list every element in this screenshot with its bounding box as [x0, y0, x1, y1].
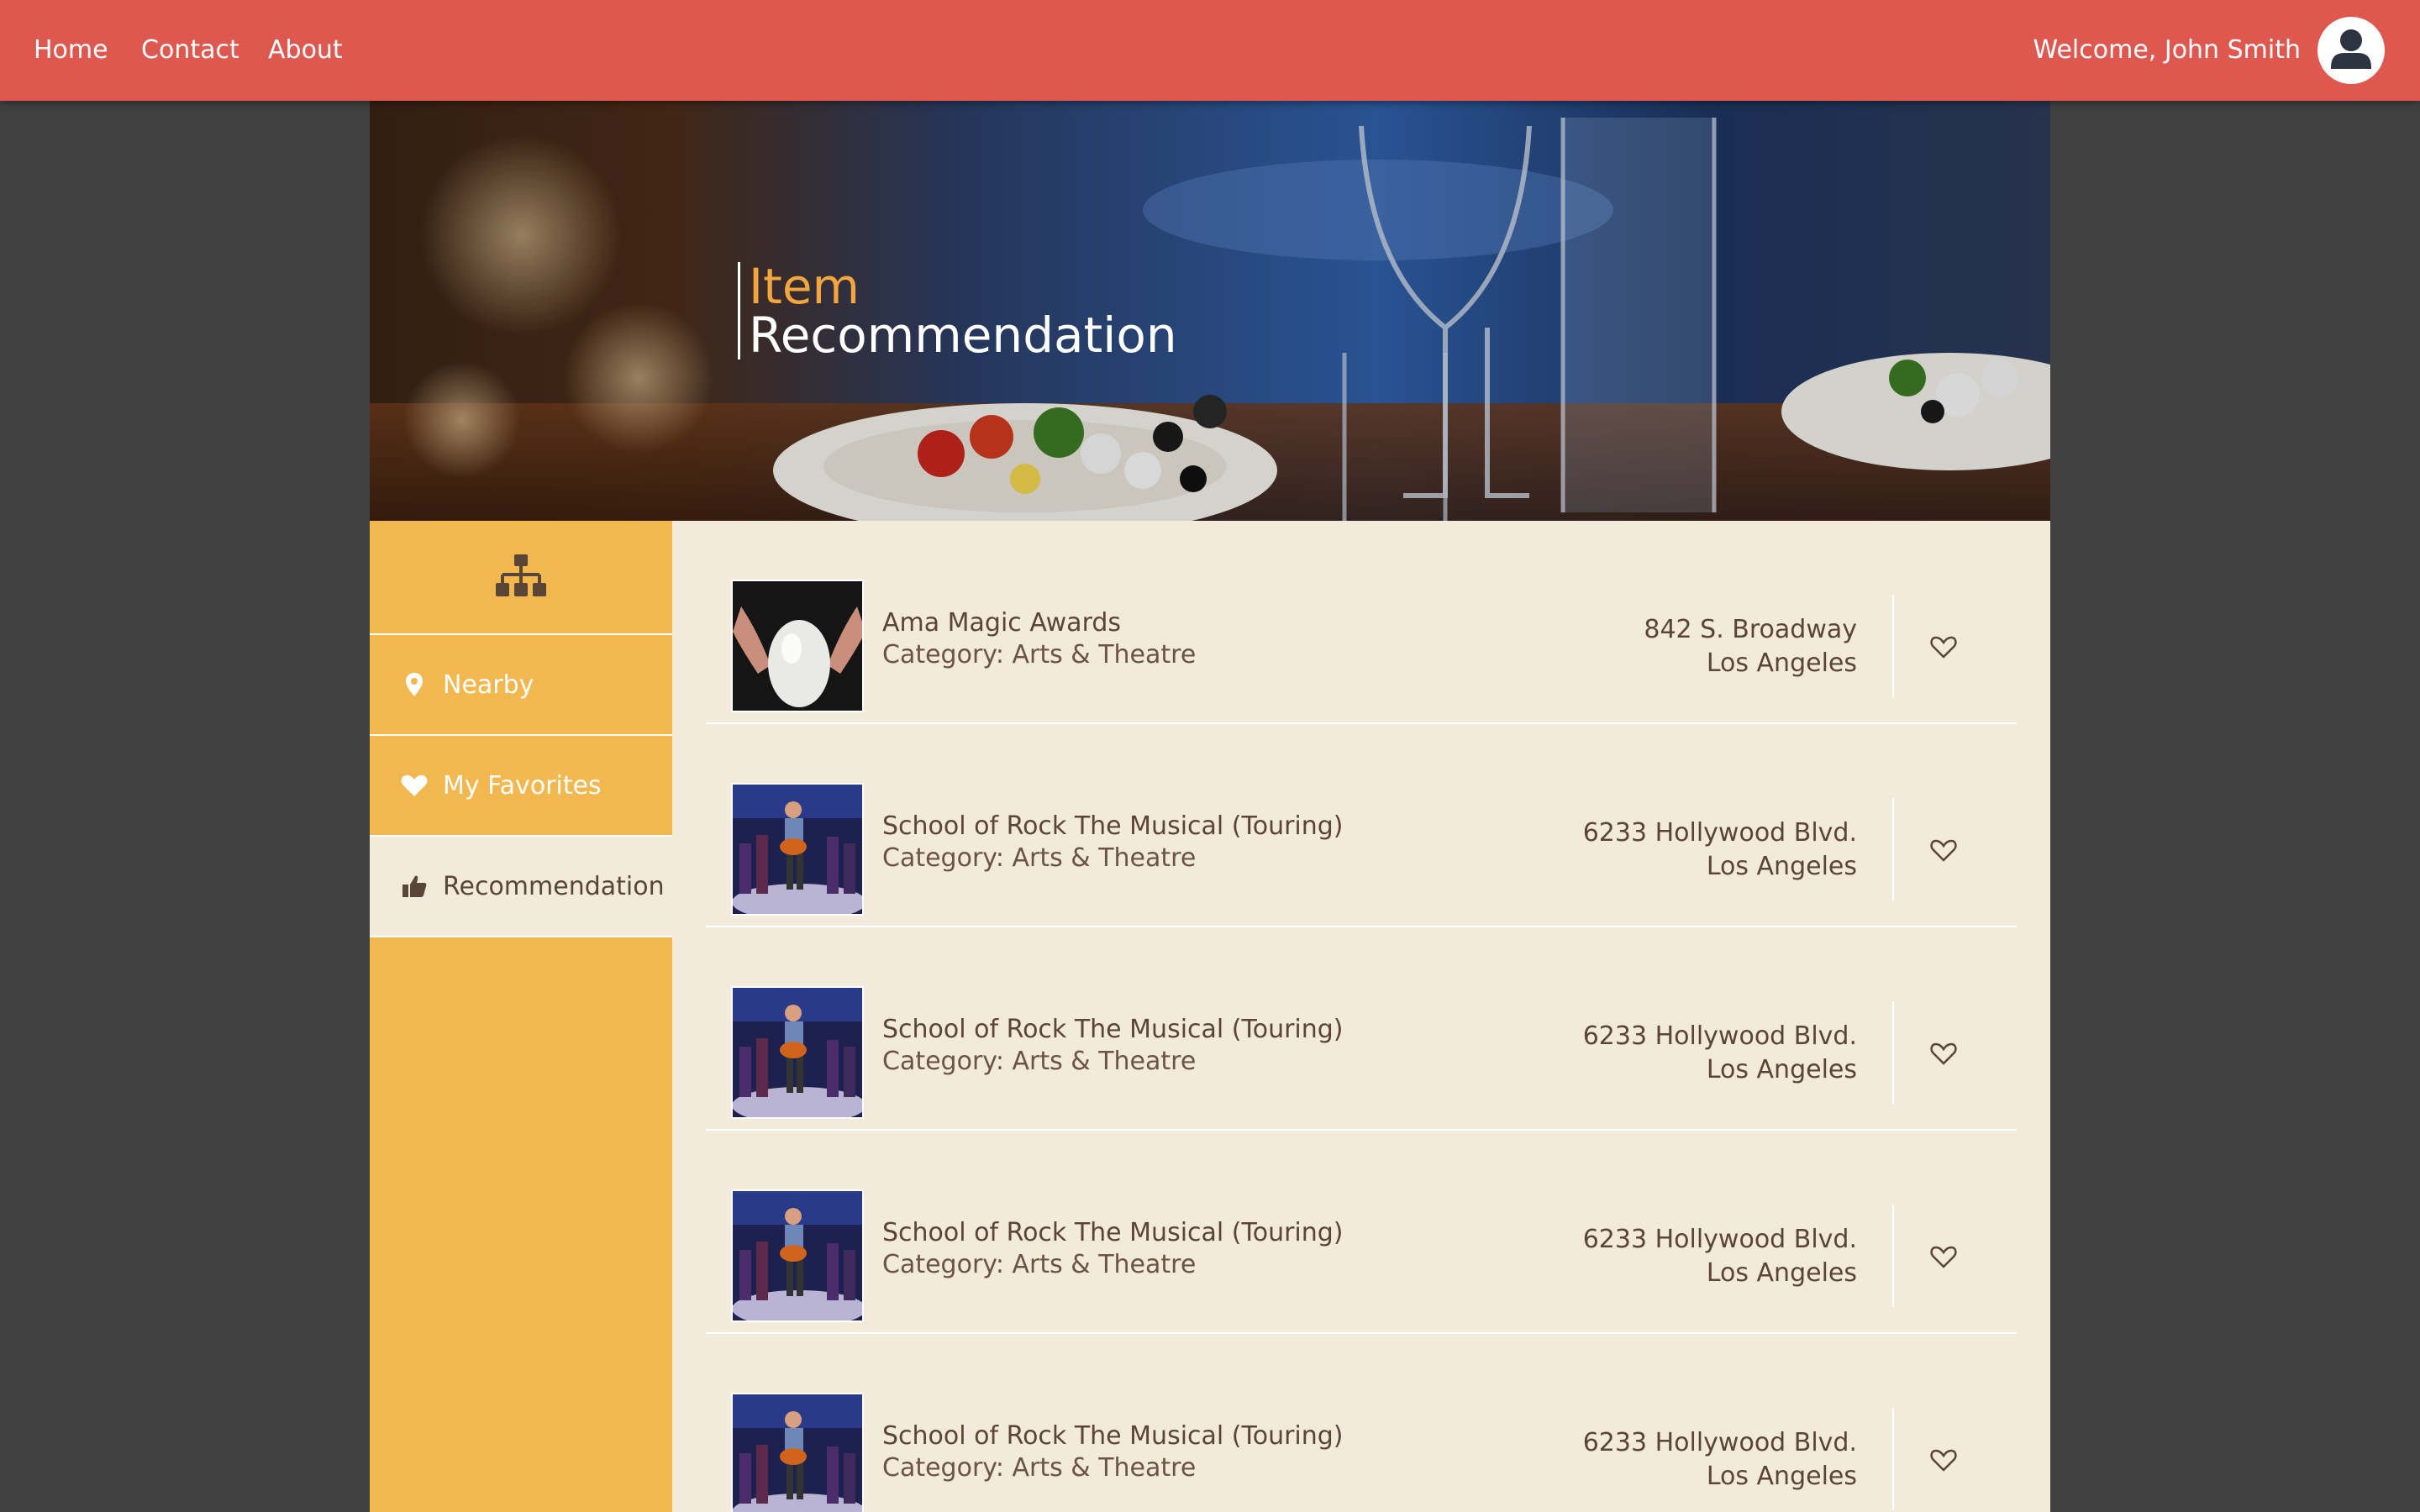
musical-stage-image [733, 1394, 862, 1512]
address-line2: Los Angeles [1706, 1462, 1857, 1491]
hero-title: Item Recommendation [738, 262, 1177, 360]
heart-outline-icon[interactable] [1928, 1242, 1959, 1272]
item-thumbnail [731, 580, 864, 712]
main-container: Item Recommendation Nearby My Favorites … [370, 101, 2050, 1512]
sidebar-item-nearby[interactable]: Nearby [370, 635, 672, 736]
hero-title-line1: Item [749, 258, 860, 315]
address-line2: Los Angeles [1706, 648, 1857, 678]
sidebar-item-label: Recommendation [443, 872, 665, 901]
hero-background-image [370, 101, 2050, 521]
divider [1892, 595, 1894, 697]
item-category: Category: Arts & Theatre [882, 1250, 1197, 1279]
item-category: Category: Arts & Theatre [882, 1453, 1197, 1483]
heart-outline-icon[interactable] [1928, 1038, 1959, 1068]
divider [1892, 1001, 1894, 1104]
sidebar: Nearby My Favorites Recommendation [370, 521, 672, 1512]
address-line1: 6233 Hollywood Blvd. [1582, 1021, 1857, 1051]
sidebar-item-recommendation[interactable]: Recommendation [370, 837, 672, 937]
musical-stage-image [733, 1191, 862, 1320]
magic-egg-image [733, 581, 862, 711]
item-thumbnail [731, 1393, 864, 1512]
item-thumbnail [731, 986, 864, 1119]
item-name[interactable]: School of Rock The Musical (Touring) [882, 1421, 1344, 1451]
item-name[interactable]: Ama Magic Awards [882, 608, 1121, 638]
heart-icon [401, 774, 428, 796]
list-item[interactable]: School of Rock The Musical (Touring) Cat… [706, 1131, 2017, 1334]
sidebar-item-label: Nearby [443, 670, 534, 700]
item-address: 6233 Hollywood Blvd. Los Angeles [1583, 1426, 1857, 1494]
item-category: Category: Arts & Theatre [882, 1047, 1197, 1076]
sitemap-icon [496, 554, 546, 596]
heart-outline-icon[interactable] [1928, 632, 1959, 662]
sidebar-header [370, 521, 672, 635]
user-avatar[interactable] [2317, 17, 2385, 84]
musical-stage-image [733, 785, 862, 914]
list-item[interactable]: School of Rock The Musical (Touring) Cat… [706, 1334, 2017, 1512]
nav-home-link[interactable]: Home [34, 0, 108, 101]
item-name[interactable]: School of Rock The Musical (Touring) [882, 1218, 1344, 1247]
address-line1: 842 S. Broadway [1644, 615, 1857, 644]
hero-title-line2: Recommendation [749, 307, 1177, 364]
item-address: 842 S. Broadway Los Angeles [1644, 613, 1857, 680]
list-item[interactable]: School of Rock The Musical (Touring) Cat… [706, 927, 2017, 1131]
address-line2: Los Angeles [1706, 1258, 1857, 1288]
user-icon [2331, 29, 2371, 69]
address-line1: 6233 Hollywood Blvd. [1582, 818, 1857, 848]
item-category: Category: Arts & Theatre [882, 640, 1197, 669]
item-thumbnail [731, 1189, 864, 1322]
address-line2: Los Angeles [1706, 1055, 1857, 1084]
list-item[interactable]: School of Rock The Musical (Touring) Cat… [706, 724, 2017, 927]
sidebar-item-my-favorites[interactable]: My Favorites [370, 736, 672, 837]
item-category: Category: Arts & Theatre [882, 843, 1197, 873]
item-address: 6233 Hollywood Blvd. Los Angeles [1583, 816, 1857, 884]
nav-about-link[interactable]: About [268, 0, 343, 101]
welcome-text: Welcome, John Smith [2033, 35, 2301, 65]
heart-outline-icon[interactable] [1928, 835, 1959, 865]
top-navbar: Home Contact About Welcome, John Smith [0, 0, 2420, 101]
item-list: Ama Magic Awards Category: Arts & Theatr… [672, 521, 2050, 1512]
thumbs-up-icon [402, 875, 427, 897]
item-name[interactable]: School of Rock The Musical (Touring) [882, 811, 1344, 841]
hero-banner: Item Recommendation [370, 101, 2050, 521]
divider [1892, 798, 1894, 900]
divider [1892, 1408, 1894, 1510]
item-address: 6233 Hollywood Blvd. Los Angeles [1583, 1020, 1857, 1087]
item-address: 6233 Hollywood Blvd. Los Angeles [1583, 1223, 1857, 1290]
nav-contact-link[interactable]: Contact [141, 0, 239, 101]
address-line1: 6233 Hollywood Blvd. [1582, 1225, 1857, 1254]
heart-outline-icon[interactable] [1928, 1445, 1959, 1475]
item-name[interactable]: School of Rock The Musical (Touring) [882, 1015, 1344, 1044]
item-thumbnail [731, 783, 864, 916]
divider [1892, 1205, 1894, 1307]
sidebar-item-label: My Favorites [443, 771, 602, 801]
address-line2: Los Angeles [1706, 852, 1857, 881]
list-item[interactable]: Ama Magic Awards Category: Arts & Theatr… [706, 521, 2017, 724]
address-line1: 6233 Hollywood Blvd. [1582, 1428, 1857, 1457]
musical-stage-image [733, 988, 862, 1117]
map-marker-icon [406, 673, 423, 696]
